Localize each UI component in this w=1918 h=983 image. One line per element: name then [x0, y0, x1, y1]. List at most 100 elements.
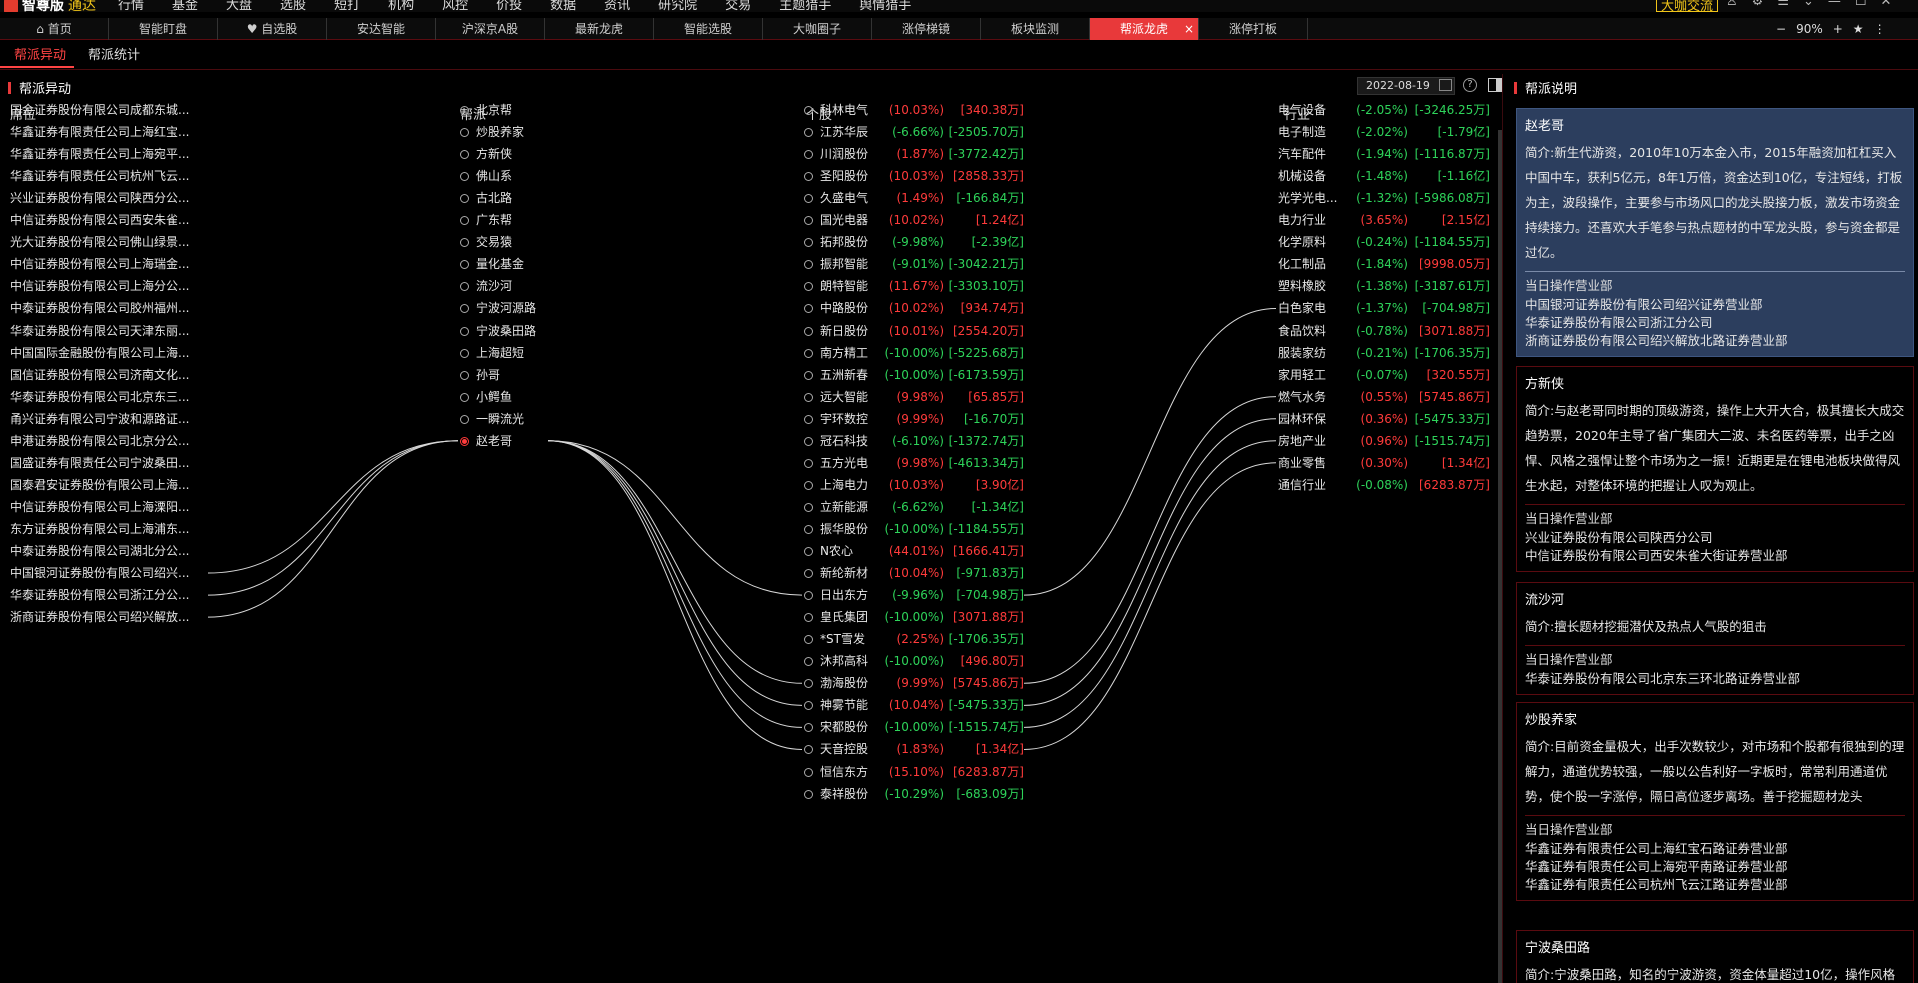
faction-row[interactable]: 古北路	[460, 187, 512, 209]
stock-radio[interactable]	[804, 745, 813, 755]
stock-radio[interactable]	[804, 348, 813, 358]
stock-row[interactable]: 新纶新材 (10.04%) [-971.83万]	[804, 562, 1024, 584]
tab-item[interactable]: ♥ 自选股	[218, 18, 327, 40]
stock-radio[interactable]	[804, 106, 813, 115]
faction-row[interactable]: 上海超短	[460, 342, 524, 364]
faction-radio[interactable]	[460, 370, 469, 380]
stock-row[interactable]: 日出东方 (-9.96%) [-704.98万]	[804, 584, 1024, 606]
faction-radio[interactable]	[460, 128, 469, 138]
faction-card[interactable]: 炒股养家 简介:目前资金量极大，出手次数较少，对市场和个股都有很独到的理解力，通道…	[1516, 702, 1914, 901]
stock-radio[interactable]	[804, 569, 813, 579]
stock-radio[interactable]	[804, 657, 813, 667]
menu-icon[interactable]: ☰	[1777, 0, 1789, 9]
industry-row[interactable]: 服装家纺 (-0.21%) [-1706.35万]	[1278, 342, 1490, 364]
seat-row[interactable]: 中信证券股份有限公司上海溧阳...	[10, 496, 210, 518]
faction-row[interactable]: 交易猿	[460, 231, 512, 253]
menu-item[interactable]: 舆情猎手	[859, 0, 911, 12]
industry-row[interactable]: 电力行业 (3.65%) [2.15亿]	[1278, 209, 1490, 231]
stock-radio[interactable]	[804, 150, 813, 160]
stock-row[interactable]: 皇氏集团 (-10.00%) [3071.88万]	[804, 606, 1024, 628]
stock-row[interactable]: N农心 (44.01%) [1666.41万]	[804, 540, 1024, 562]
industry-row[interactable]: 汽车配件 (-1.94%) [-1116.87万]	[1278, 143, 1490, 165]
industry-row[interactable]: 化工制品 (-1.84%) [9998.05万]	[1278, 253, 1490, 275]
faction-radio[interactable]	[460, 106, 469, 115]
seat-row[interactable]: 东方证券股份有限公司上海浦东...	[10, 518, 210, 540]
stock-radio[interactable]	[804, 613, 813, 623]
stock-row[interactable]: 圣阳股份 (10.03%) [2858.33万]	[804, 165, 1024, 187]
seat-row[interactable]: 国信证券股份有限公司济南文化...	[10, 364, 210, 386]
close-window-icon[interactable]: ✕	[1881, 0, 1892, 9]
faction-row[interactable]: 流沙河	[460, 275, 512, 297]
stock-row[interactable]: 国光电器 (10.02%) [1.24亿]	[804, 209, 1024, 231]
seat-row[interactable]: 华鑫证券有限责任公司杭州飞云...	[10, 165, 210, 187]
seat-row[interactable]: 光大证券股份有限公司佛山绿景...	[10, 231, 210, 253]
exchange-button[interactable]: 大咖交流	[1656, 0, 1719, 12]
subtab-faction-stats[interactable]: 帮派统计	[74, 44, 148, 68]
faction-card[interactable]: 流沙河 简介:擅长题材挖掘潜伏及热点人气股的狙击 当日操作营业部 华泰证券股份有限公司…	[1516, 582, 1914, 695]
industry-row[interactable]: 电气设备 (-2.05%) [-3246.25万]	[1278, 99, 1490, 121]
faction-card[interactable]: 方新侠 简介:与赵老哥同时期的顶级游资，操作上大开大合，极其擅长大成交趋势票，20…	[1516, 366, 1914, 572]
faction-radio[interactable]	[460, 414, 469, 424]
industry-row[interactable]: 园林环保 (0.36%) [-5475.33万]	[1278, 408, 1490, 430]
stock-radio[interactable]	[804, 194, 813, 204]
seat-row[interactable]: 中信证券股份有限公司上海分公...	[10, 275, 210, 297]
tab-item[interactable]: 安达智能	[327, 18, 436, 40]
industry-row[interactable]: 房地产业 (0.96%) [-1515.74万]	[1278, 430, 1490, 452]
seat-row[interactable]: 中信证券股份有限公司上海瑞金...	[10, 253, 210, 275]
faction-row[interactable]: 方新侠	[460, 143, 512, 165]
stock-radio[interactable]	[804, 238, 813, 248]
seat-row[interactable]: 中国国际金融股份有限公司上海...	[10, 342, 210, 364]
stock-radio[interactable]	[804, 172, 813, 182]
industry-row[interactable]: 通信行业 (-0.08%) [6283.87万]	[1278, 474, 1490, 496]
menu-item[interactable]: 主题猎手	[779, 0, 831, 12]
seat-row[interactable]: 国盛证券有限责任公司宁波桑田...	[10, 452, 210, 474]
stock-row[interactable]: 振华股份 (-10.00%) [-1184.55万]	[804, 518, 1024, 540]
minimize-icon[interactable]: —	[1828, 0, 1841, 9]
stock-radio[interactable]	[804, 128, 813, 138]
faction-row[interactable]: 量化基金	[460, 253, 524, 275]
stock-row[interactable]: 立新能源 (-6.62%) [-1.34亿]	[804, 496, 1024, 518]
menu-item[interactable]: 交易	[725, 0, 751, 12]
seat-row[interactable]: 国泰君安证券股份有限公司上海...	[10, 474, 210, 496]
faction-radio[interactable]	[460, 282, 469, 292]
stock-radio[interactable]	[804, 326, 813, 336]
stock-row[interactable]: 冠石科技 (-6.10%) [-1372.74万]	[804, 430, 1024, 452]
faction-card[interactable]: 赵老哥 简介:新生代游资，2010年10万本金入市，2015年融资加杠杠买入中国中…	[1516, 108, 1914, 357]
stock-row[interactable]: 川润股份 (1.87%) [-3772.42万]	[804, 143, 1024, 165]
stock-radio[interactable]	[804, 392, 813, 402]
seat-row[interactable]: 中信证券股份有限公司西安朱雀...	[10, 209, 210, 231]
tab-item[interactable]: 智能选股	[654, 18, 763, 40]
faction-row[interactable]: 北京帮	[460, 99, 512, 121]
stock-row[interactable]: 中路股份 (10.02%) [934.74万]	[804, 297, 1024, 319]
stock-radio[interactable]	[804, 502, 813, 512]
stock-radio[interactable]	[804, 524, 813, 534]
stock-row[interactable]: 南方精工 (-10.00%) [-5225.68万]	[804, 342, 1024, 364]
faction-row[interactable]: 一瞬流光	[460, 408, 524, 430]
seat-row[interactable]: 华泰证券股份有限公司天津东丽...	[10, 320, 210, 342]
seat-row[interactable]: 中泰证券股份有限公司湖北分公...	[10, 540, 210, 562]
tab-item[interactable]: 最新龙虎	[545, 18, 654, 40]
stock-radio[interactable]	[804, 635, 813, 645]
stock-radio[interactable]	[804, 216, 813, 226]
industry-row[interactable]: 家用轻工 (-0.07%) [320.55万]	[1278, 364, 1490, 386]
stock-row[interactable]: 沐邦高科 (-10.00%) [496.80万]	[804, 650, 1024, 672]
faction-radio[interactable]	[460, 172, 469, 182]
tab-item[interactable]: 大咖圈子	[763, 18, 872, 40]
menu-item[interactable]: 价投	[496, 0, 522, 12]
tab-item[interactable]: 智能盯盘	[109, 18, 218, 40]
faction-radio[interactable]	[460, 194, 469, 204]
seat-row[interactable]: 国金证券股份有限公司成都东城...	[10, 99, 210, 121]
faction-row[interactable]: 宁波桑田路	[460, 320, 536, 342]
stock-radio[interactable]	[804, 458, 813, 468]
industry-row[interactable]: 电子制造 (-2.02%) [-1.79亿]	[1278, 121, 1490, 143]
zoom-out-icon[interactable]: −	[1776, 18, 1786, 40]
stock-radio[interactable]	[804, 591, 813, 601]
stock-row[interactable]: 江苏华辰 (-6.66%) [-2505.70万]	[804, 121, 1024, 143]
seat-row[interactable]: 兴业证券股份有限公司陕西分公...	[10, 187, 210, 209]
faction-row[interactable]: 小鳄鱼	[460, 386, 512, 408]
stock-row[interactable]: 天音控股 (1.83%) [1.34亿]	[804, 738, 1024, 760]
chevron-down-icon[interactable]: ⌄	[1803, 0, 1814, 9]
faction-row[interactable]: 孙哥	[460, 364, 500, 386]
stock-row[interactable]: 恒信东方 (15.10%) [6283.87万]	[804, 761, 1024, 783]
seat-row[interactable]: 华泰证券股份有限公司北京东三...	[10, 386, 210, 408]
